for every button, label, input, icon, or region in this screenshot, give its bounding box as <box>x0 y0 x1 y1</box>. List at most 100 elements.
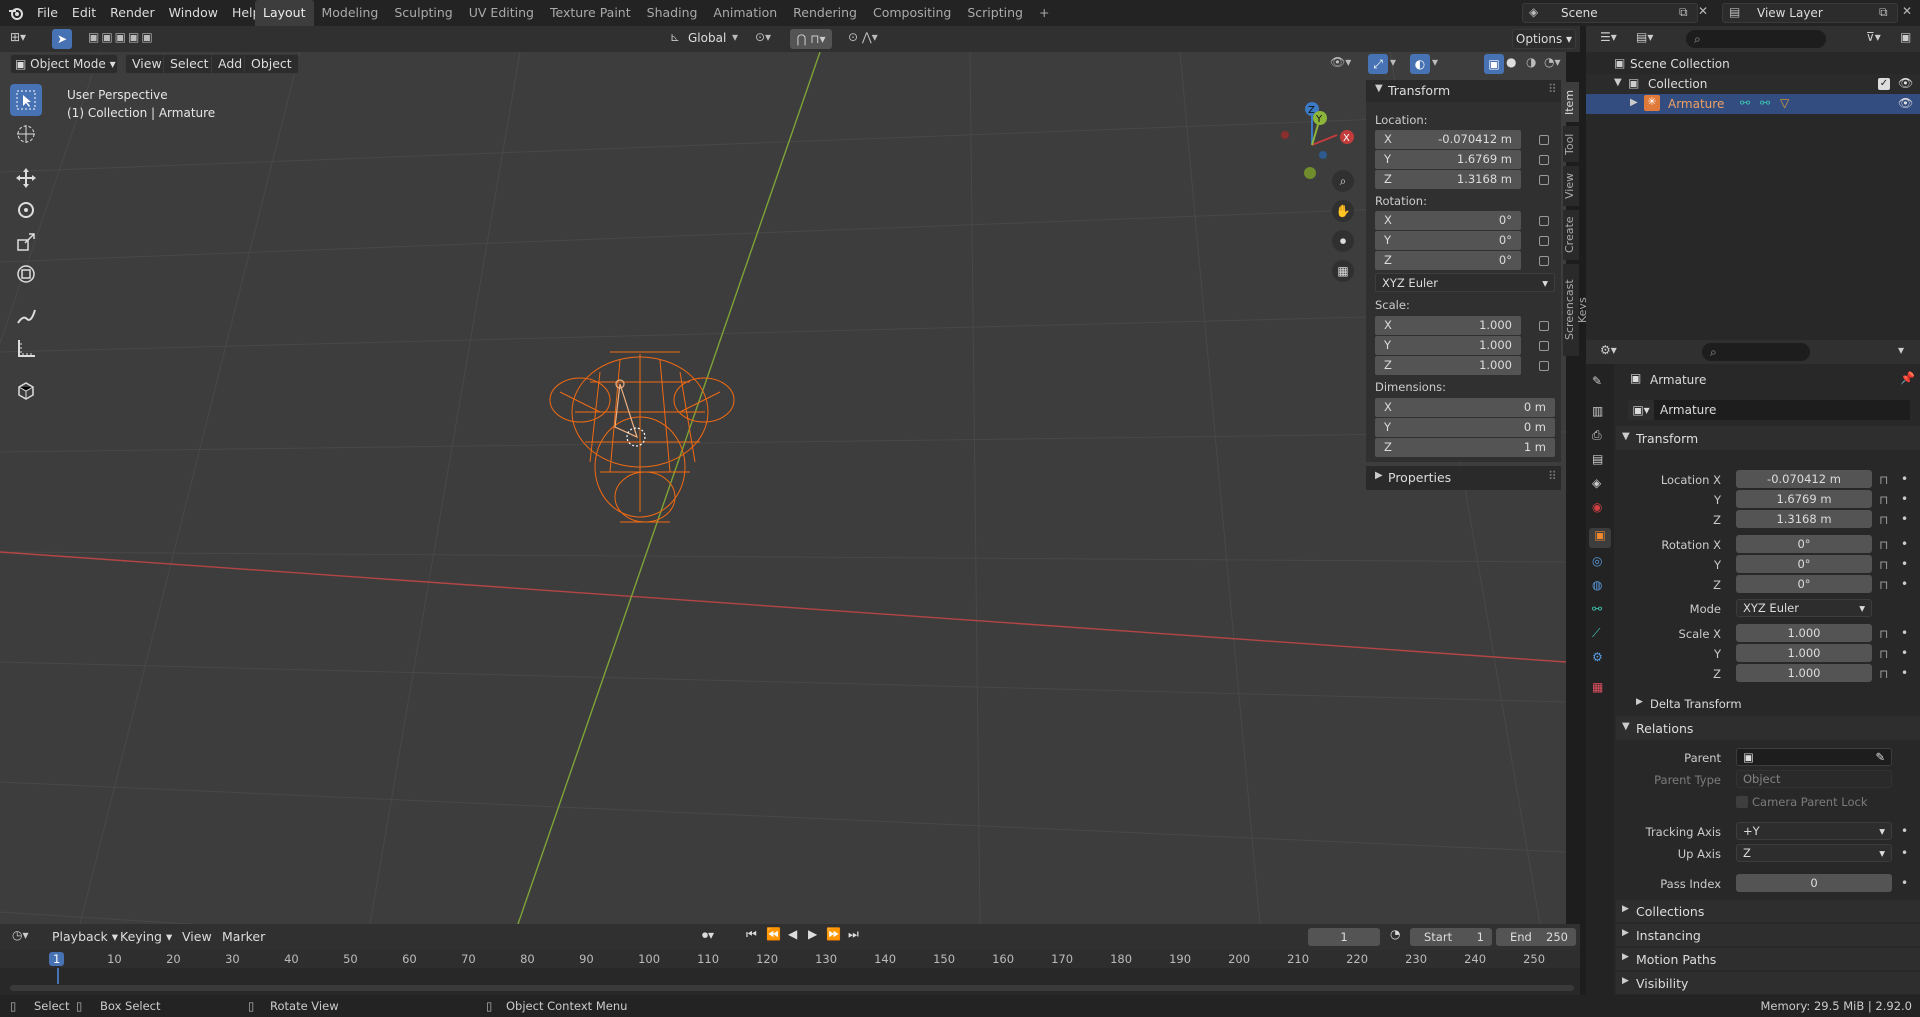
auto-keying-icon[interactable]: ⏺▾ <box>702 928 714 943</box>
output-tab-icon[interactable]: ⎙ <box>1592 428 1602 443</box>
checkbox-icon[interactable] <box>1736 796 1748 808</box>
constraints-tab-icon[interactable]: ◍ <box>1592 578 1602 592</box>
outliner-search-input[interactable]: ⌕ <box>1686 30 1826 48</box>
instancing-section-header[interactable]: ▶ Instancing <box>1616 924 1920 946</box>
shading-solid-icon[interactable]: ● <box>1506 55 1516 69</box>
tab-tool[interactable]: Tool <box>1563 126 1579 162</box>
object-name-field[interactable]: ▣▾ Armature <box>1628 400 1910 420</box>
texture-tab-icon[interactable]: ▦ <box>1592 680 1603 694</box>
npanel-scale-x[interactable]: X 1.000 <box>1375 316 1521 335</box>
keyframe-icon[interactable]: • <box>1901 557 1908 571</box>
rotation-mode-dropdown[interactable]: XYZ Euler ▾ <box>1375 273 1555 292</box>
lock-icon[interactable]: ⊓ <box>1879 473 1888 487</box>
location-x-field[interactable]: -0.070412 m <box>1736 470 1872 488</box>
tab-item[interactable]: Item <box>1563 82 1579 122</box>
tab-scripting[interactable]: Scripting <box>959 0 1031 26</box>
tab-compositing[interactable]: Compositing <box>865 0 959 26</box>
bone-tab-icon[interactable]: ⟋ <box>1592 626 1600 641</box>
outliner-row-scene-collection[interactable]: ▣ Scene Collection <box>1586 54 1920 74</box>
location-y-field[interactable]: 1.6769 m <box>1736 490 1872 508</box>
motion-paths-section-header[interactable]: ▶ Motion Paths <box>1616 948 1920 970</box>
menu-file[interactable]: File <box>30 0 65 26</box>
snap-icon[interactable]: ⋂ ⊓▾ <box>790 29 832 49</box>
checkbox-icon[interactable]: ✓ <box>1878 78 1890 90</box>
view-layer-tab-icon[interactable]: ▤ <box>1592 452 1603 466</box>
tab-uv-editing[interactable]: UV Editing <box>461 0 542 26</box>
lock-icon[interactable] <box>1539 341 1549 351</box>
npanel-location-y[interactable]: Y 1.6769 m <box>1375 150 1521 169</box>
scale-x-field[interactable]: 1.000 <box>1736 624 1872 642</box>
properties-search-input[interactable]: ⌕ <box>1702 343 1810 361</box>
npanel-dimensions-z[interactable]: Z 1 m <box>1375 438 1555 457</box>
lock-icon[interactable] <box>1539 361 1549 371</box>
filter-icon[interactable]: ⊽▾ <box>1866 30 1881 44</box>
object-data-tab-icon[interactable]: ⚯ <box>1592 602 1602 616</box>
lock-icon[interactable]: ⊓ <box>1879 513 1888 527</box>
viewport-menu-select[interactable]: Select <box>163 54 216 74</box>
chevron-down-icon[interactable]: ▼ <box>1614 77 1622 88</box>
overlays-dropdown-icon[interactable]: ▾ <box>1432 55 1438 69</box>
object-type-dropdown[interactable]: ▣▾ <box>1628 400 1654 420</box>
keyframe-icon[interactable]: • <box>1901 537 1908 551</box>
tool-annotate-icon[interactable] <box>10 300 42 332</box>
timeline-scrollbar[interactable] <box>10 985 1574 991</box>
eye-icon[interactable]: 👁 <box>1898 96 1913 110</box>
lock-icon[interactable]: ⊓ <box>1879 558 1888 572</box>
rotation-y-field[interactable]: 0° <box>1736 555 1872 573</box>
lock-icon[interactable] <box>1539 175 1549 185</box>
npanel-dimensions-y[interactable]: Y 0 m <box>1375 418 1555 437</box>
selection-mode-icons[interactable]: ▣▣▣▣▣ <box>88 30 155 44</box>
play-icon[interactable]: ▶ <box>808 927 817 941</box>
active-tool-icon[interactable]: ➤ <box>52 29 72 49</box>
up-axis-dropdown[interactable]: Z ▾ <box>1736 844 1892 862</box>
lock-icon[interactable]: ⊓ <box>1879 493 1888 507</box>
scene-tab-icon[interactable]: ◈ <box>1592 476 1601 490</box>
drag-handle-icon[interactable]: ⠿ <box>1548 469 1557 483</box>
delta-transform-header[interactable]: ▶ Delta Transform <box>1630 694 1910 714</box>
lock-icon[interactable]: ⊓ <box>1879 538 1888 552</box>
modifier-icon[interactable]: ▽ <box>1780 96 1789 110</box>
menu-window[interactable]: Window <box>162 0 225 26</box>
gizmo-toggle-icon[interactable]: ⤢ <box>1368 54 1388 74</box>
shading-rendered-icon[interactable]: ◔▾ <box>1544 55 1561 69</box>
jump-prev-keyframe-icon[interactable]: ⏪ <box>766 927 781 941</box>
tab-rendering[interactable]: Rendering <box>785 0 865 26</box>
lock-icon[interactable] <box>1539 256 1549 266</box>
armature-data-icon[interactable]: ⚯ <box>1740 96 1750 110</box>
tab-layout[interactable]: Layout <box>255 0 314 26</box>
keyframe-icon[interactable]: • <box>1901 846 1908 860</box>
rotation-z-field[interactable]: 0° <box>1736 575 1872 593</box>
jump-end-icon[interactable]: ⏭ <box>848 927 859 942</box>
scene-selector[interactable]: ◈ Scene ⧉ <box>1522 3 1698 23</box>
overlays-toggle-icon[interactable]: ◐ <box>1410 54 1430 74</box>
tab-shading[interactable]: Shading <box>639 0 706 26</box>
tab-modeling[interactable]: Modeling <box>314 0 387 26</box>
npanel-scale-y[interactable]: Y 1.000 <box>1375 336 1521 355</box>
options-dropdown[interactable]: Options ▾ <box>1512 29 1576 49</box>
bone-constraints-tab-icon[interactable]: ⚙ <box>1592 650 1603 664</box>
lock-icon[interactable] <box>1539 135 1549 145</box>
delete-scene-icon[interactable]: ✕ <box>1698 4 1708 18</box>
new-view-layer-icon[interactable]: ⧉ <box>1879 5 1888 20</box>
npanel-scale-z[interactable]: Z 1.000 <box>1375 356 1521 375</box>
lock-icon[interactable]: ⊓ <box>1879 647 1888 661</box>
npanel-location-z[interactable]: Z 1.3168 m <box>1375 170 1521 189</box>
parent-type-dropdown[interactable]: Object <box>1736 770 1892 788</box>
object-name-input[interactable]: Armature <box>1654 400 1910 420</box>
pose-icon[interactable]: ⚯ <box>1760 96 1770 110</box>
tool-tab-icon[interactable]: ✎ <box>1592 374 1602 388</box>
npanel-rotation-x[interactable]: X 0° <box>1375 211 1521 230</box>
object-tab-icon[interactable]: ▣ <box>1589 528 1611 548</box>
npanel-rotation-z[interactable]: Z 0° <box>1375 251 1521 270</box>
proportional-editing-icon[interactable]: ⊙ ⋀▾ <box>848 30 878 44</box>
scale-z-field[interactable]: 1.000 <box>1736 664 1872 682</box>
add-workspace-icon[interactable]: + <box>1031 0 1057 26</box>
tool-select-box-icon[interactable] <box>10 84 42 116</box>
transform-section-header[interactable]: ▼ Transform <box>1616 426 1920 450</box>
chevron-down-icon[interactable]: ▾ <box>1898 343 1904 357</box>
new-collection-icon[interactable]: ▣ <box>1900 30 1911 44</box>
tab-screencast-keys[interactable]: Screencast Keys <box>1563 264 1589 356</box>
blender-logo-icon[interactable] <box>8 5 24 21</box>
keyframe-icon[interactable]: • <box>1901 472 1908 486</box>
rotation-mode-dropdown[interactable]: XYZ Euler ▾ <box>1736 599 1872 617</box>
